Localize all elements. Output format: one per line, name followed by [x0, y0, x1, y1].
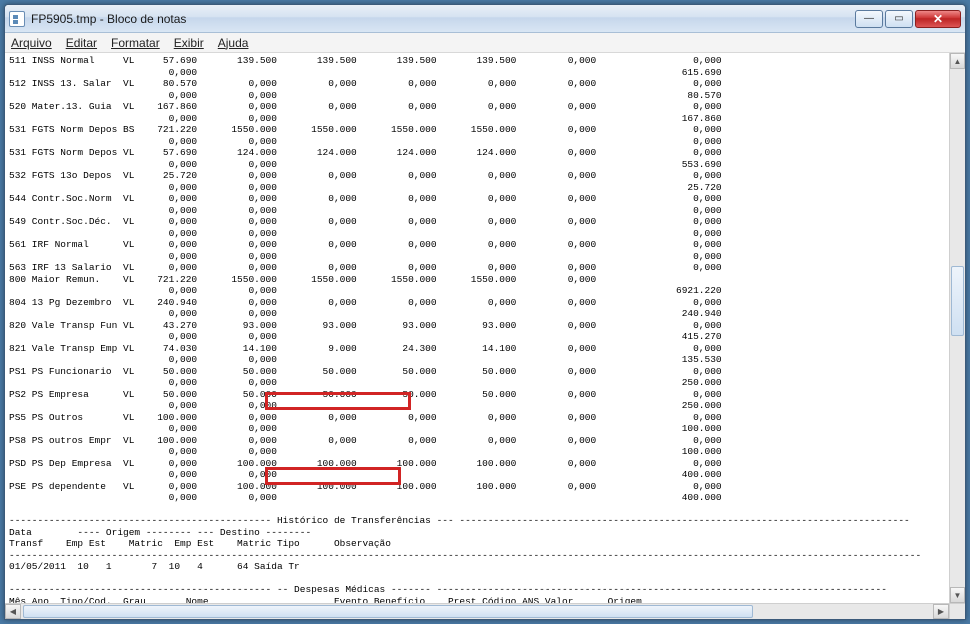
window-buttons: — ▭ ✕	[855, 10, 961, 28]
menu-help[interactable]: Ajuda	[218, 36, 249, 50]
close-button[interactable]: ✕	[915, 10, 961, 28]
scroll-up-button[interactable]: ▲	[950, 53, 965, 69]
client-area: 511 INSS Normal VL 57.690 139.500 139.50…	[5, 53, 965, 603]
scrollbar-corner	[949, 603, 965, 619]
menu-file[interactable]: Arquivo	[11, 36, 52, 50]
menu-view[interactable]: Exibir	[174, 36, 204, 50]
notepad-window: FP5905.tmp - Bloco de notas — ▭ ✕ Arquiv…	[4, 4, 966, 620]
text-content[interactable]: 511 INSS Normal VL 57.690 139.500 139.50…	[9, 55, 945, 603]
menu-format[interactable]: Formatar	[111, 36, 160, 50]
menu-edit[interactable]: Editar	[66, 36, 97, 50]
horizontal-scrollbar[interactable]: ◀ ▶	[5, 603, 949, 619]
menubar: Arquivo Editar Formatar Exibir Ajuda	[5, 33, 965, 53]
vscroll-track[interactable]	[950, 69, 965, 587]
maximize-button[interactable]: ▭	[885, 10, 913, 28]
notepad-icon	[9, 11, 25, 27]
hscroll-track[interactable]	[21, 604, 933, 619]
minimize-button[interactable]: —	[855, 10, 883, 28]
vscroll-thumb[interactable]	[951, 266, 964, 336]
window-title: FP5905.tmp - Bloco de notas	[31, 12, 855, 26]
titlebar[interactable]: FP5905.tmp - Bloco de notas — ▭ ✕	[5, 5, 965, 33]
text-area[interactable]: 511 INSS Normal VL 57.690 139.500 139.50…	[5, 53, 949, 603]
scroll-left-button[interactable]: ◀	[5, 604, 21, 619]
scroll-down-button[interactable]: ▼	[950, 587, 965, 603]
hscroll-thumb[interactable]	[23, 605, 753, 618]
scroll-right-button[interactable]: ▶	[933, 604, 949, 619]
vertical-scrollbar[interactable]: ▲ ▼	[949, 53, 965, 603]
